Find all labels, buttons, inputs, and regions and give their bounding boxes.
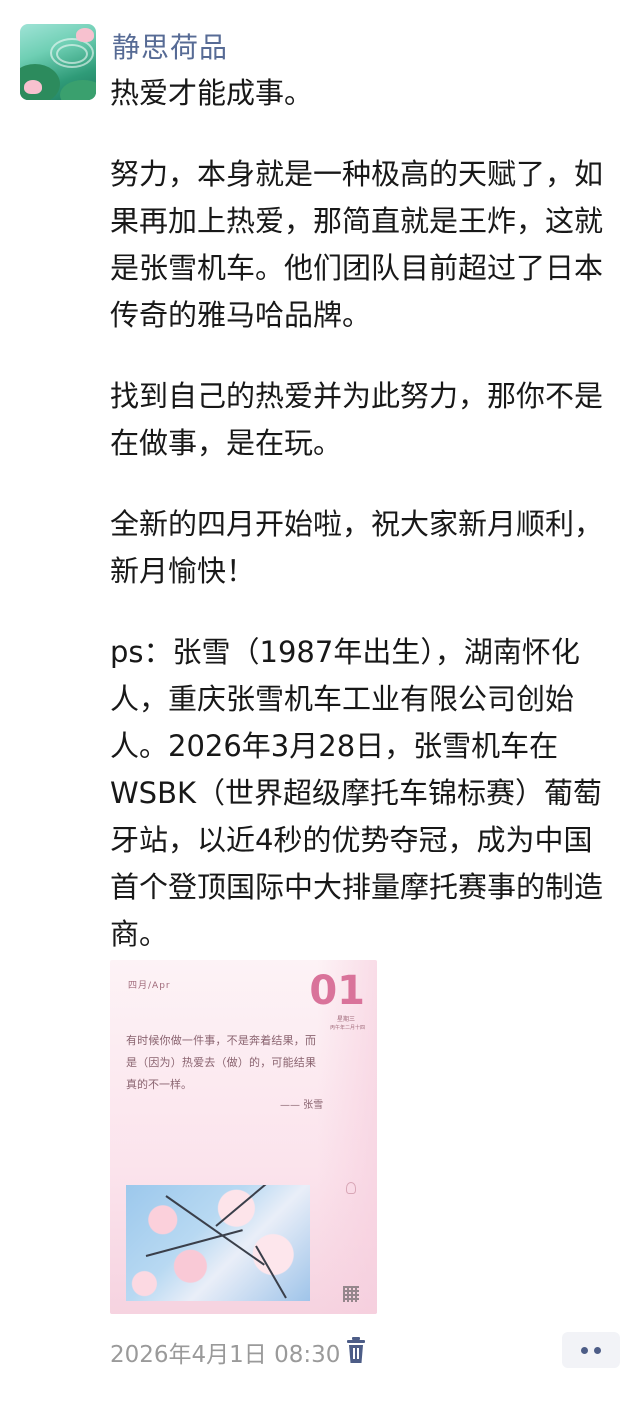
more-dots-icon [594,1347,601,1354]
blossom-picture [126,1185,310,1301]
image-day: 01 [309,968,365,1014]
lotus-flower [24,80,42,94]
image-weekday: 星期三 [336,1016,355,1023]
trash-icon[interactable] [344,1337,368,1365]
branch [255,1245,287,1299]
lotus-leaf [60,80,96,100]
image-lunar-date: 丙午年二月十四 [329,1025,365,1031]
post-text: 热爱才能成事。 努力，本身就是一种极高的天赋了，如果再加上热爱，那简直就是王炸，… [110,70,610,992]
ripple-decoration [56,44,88,64]
post-paragraph: 热爱才能成事。 [110,76,314,110]
image-signature: —— 张雪 [280,1100,324,1111]
avatar[interactable] [20,24,96,100]
image-month-label: 四月/Apr [128,981,171,991]
image-quote: 有时候你做一件事，不是奔着结果，而是（因为）热爱去（做）的，可能结果真的不一样。 [126,1034,316,1091]
branch [145,1229,243,1257]
bulb-icon [346,1182,356,1194]
post-paragraph: 努力，本身就是一种极高的天赋了，如果再加上热爱，那简直就是王炸，这就是张雪机车。… [110,157,604,332]
more-dots-icon [581,1347,588,1354]
branch [215,1185,286,1227]
qr-code-icon [343,1286,359,1302]
lotus-flower [76,28,94,42]
post-paragraph: 找到自己的热爱并为此努力，那你不是在做事，是在玩。 [110,379,604,460]
post-paragraph: ps：张雪（1987年出生），湖南怀化人，重庆张雪机车工业有限公司创始人。202… [110,635,604,951]
branch [165,1195,265,1266]
post-timestamp: 2026年4月1日 08:30 [110,1342,341,1368]
author-name[interactable]: 静思荷品 [112,26,228,66]
more-button[interactable] [562,1332,620,1368]
post-image[interactable]: 四月/Apr 01 星期三 丙午年二月十四 有时候你做一件事，不是奔着结果，而是… [110,960,377,1314]
post-paragraph: 全新的四月开始啦，祝大家新月顺利，新月愉快！ [110,507,604,588]
